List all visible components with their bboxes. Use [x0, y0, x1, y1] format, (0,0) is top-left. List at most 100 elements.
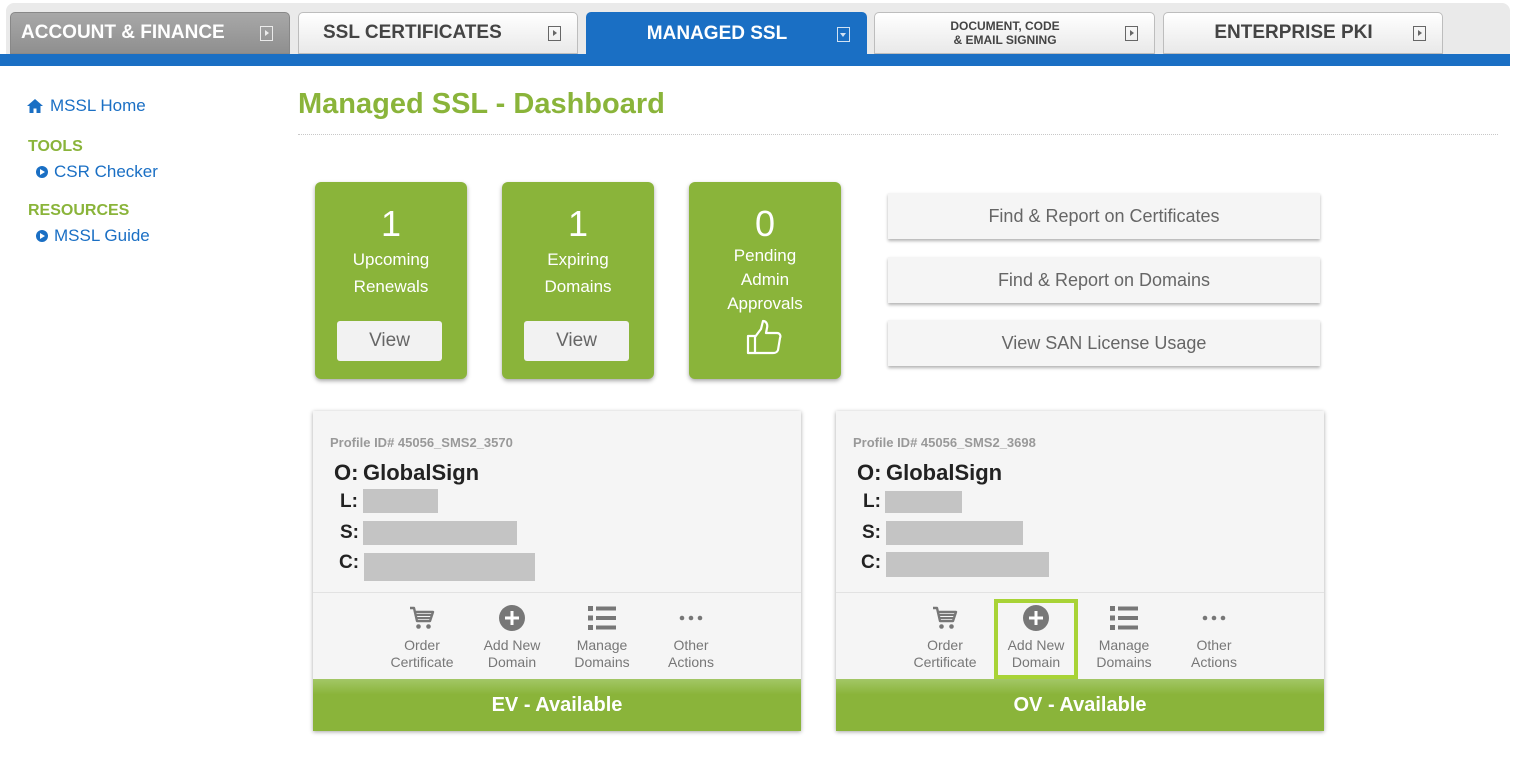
tab-label: ENTERPRISE PKI [1214, 22, 1373, 43]
action-label-line1: Add New [1007, 637, 1065, 653]
org-value: GlobalSign [363, 460, 480, 485]
tab-label: SSL CERTIFICATES [323, 22, 502, 43]
sidebar-item-mssl-home[interactable]: MSSL Home [26, 96, 266, 116]
action-label-line1: Other [1196, 637, 1232, 653]
tab-label: ACCOUNT & FINANCE [21, 22, 225, 43]
redacted-country [364, 553, 535, 581]
tab-enterprise-pki[interactable]: ENTERPRISE PKI [1163, 12, 1443, 54]
view-san-license-usage-button[interactable]: View SAN License Usage [888, 320, 1320, 366]
order-certificate-action[interactable]: Order Certificate [380, 601, 464, 671]
arrow-right-circle-icon [36, 230, 48, 242]
country-key: C: [339, 552, 360, 573]
thumbs-up-icon [746, 319, 782, 355]
tab-ssl-certificates[interactable]: SSL CERTIFICATES [298, 12, 578, 54]
sidebar-item-label: MSSL Home [50, 96, 146, 115]
tab-label: MANAGED SSL [646, 23, 788, 44]
sidebar-item-label: MSSL Guide [54, 226, 150, 245]
view-renewals-button[interactable]: View [337, 321, 442, 361]
redacted-locality [885, 491, 962, 513]
sidebar-item-csr-checker[interactable]: CSR Checker [36, 162, 266, 182]
redacted-state [886, 521, 1023, 545]
sidebar-item-mssl-guide[interactable]: MSSL Guide [36, 226, 266, 246]
tab-managed-ssl[interactable]: MANAGED SSL [586, 12, 867, 56]
state-key: S: [862, 522, 881, 543]
list-icon [1110, 606, 1138, 630]
stat-label-line1: Upcoming [352, 250, 430, 269]
stat-label-line2: Domains [544, 277, 612, 296]
org-value: GlobalSign [886, 460, 1003, 485]
view-expiring-domains-button[interactable]: View [524, 321, 629, 361]
stat-count: 1 [567, 203, 589, 244]
tab-label-line2: & EMAIL SIGNING [953, 33, 1057, 47]
tab-label-line1: DOCUMENT, CODE [950, 19, 1060, 33]
stat-label: Expiring Domains [502, 246, 654, 300]
action-label-line2: Actions [1191, 654, 1237, 670]
org-key: O: [857, 460, 882, 485]
more-dots-icon [679, 615, 703, 621]
card-divider [313, 592, 801, 593]
action-label-line1: Order [927, 637, 963, 653]
tab-label: DOCUMENT, CODE & EMAIL SIGNING [875, 19, 1125, 47]
order-certificate-action[interactable]: Order Certificate [903, 601, 987, 671]
stat-label-line3: Approvals [727, 294, 803, 313]
stat-pending-admin-approvals: 0 Pending Admin Approvals [689, 182, 841, 379]
tab-account-finance[interactable]: ACCOUNT & FINANCE [10, 12, 290, 54]
add-new-domain-action[interactable]: Add New Domain [470, 601, 554, 671]
locality-key: L: [340, 491, 358, 512]
tab-arrow-icon [548, 25, 561, 41]
action-label-line2: Actions [668, 654, 714, 670]
profile-id: Profile ID# 45056_SMS2_3698 [853, 435, 1036, 450]
action-label-line2: Domain [487, 654, 537, 670]
stat-label-line2: Renewals [353, 277, 429, 296]
cart-icon [933, 606, 958, 629]
stat-count: 1 [380, 203, 402, 244]
stat-count: 0 [754, 203, 776, 244]
chevron-down-icon [837, 26, 850, 42]
action-label-line2: Domains [1096, 654, 1152, 670]
redacted-locality [363, 489, 438, 513]
other-actions-action[interactable]: Other Actions [649, 601, 733, 671]
profile-card: Profile ID# 45056_SMS2_3698 O: GlobalSig… [836, 411, 1324, 731]
arrow-right-circle-icon [36, 166, 48, 178]
action-label-line1: Other [673, 637, 709, 653]
status-badge: EV - Available [313, 679, 801, 731]
stat-label: Upcoming Renewals [315, 246, 467, 300]
home-icon [27, 99, 43, 113]
plus-circle-icon [499, 605, 525, 631]
card-divider [836, 592, 1324, 593]
action-label-line1: Order [404, 637, 440, 653]
other-actions-action[interactable]: Other Actions [1172, 601, 1256, 671]
action-label-line1: Add New [483, 637, 541, 653]
tab-arrow-icon [1413, 25, 1426, 41]
action-label-line1: Manage [1098, 637, 1150, 653]
stat-upcoming-renewals: 1 Upcoming Renewals View [315, 182, 467, 379]
find-report-domains-button[interactable]: Find & Report on Domains [888, 257, 1320, 303]
more-dots-icon [1202, 615, 1226, 621]
tab-document-code-email-signing[interactable]: DOCUMENT, CODE & EMAIL SIGNING [874, 12, 1155, 54]
redacted-country [886, 552, 1049, 577]
sidebar-heading-resources: RESOURCES [28, 202, 130, 219]
action-label-line1: Manage [576, 637, 628, 653]
stat-label-line1: Pending [733, 246, 797, 265]
list-icon [588, 606, 616, 630]
sidebar-item-label: CSR Checker [54, 162, 158, 181]
manage-domains-action[interactable]: Manage Domains [560, 601, 644, 671]
action-label-line2: Certificate [390, 654, 454, 670]
tab-arrow-icon [260, 25, 273, 41]
manage-domains-action[interactable]: Manage Domains [1082, 601, 1166, 671]
title-divider [298, 134, 1498, 135]
stat-expiring-domains: 1 Expiring Domains View [502, 182, 654, 379]
country-key: C: [861, 552, 882, 573]
stat-label-line1: Expiring [547, 250, 609, 269]
page-title: Managed SSL - Dashboard [298, 88, 665, 120]
find-report-certificates-button[interactable]: Find & Report on Certificates [888, 193, 1320, 239]
profile-card: Profile ID# 45056_SMS2_3570 O: GlobalSig… [313, 411, 801, 731]
stat-label: Pending Admin Approvals [689, 244, 841, 316]
stat-label-line2: Admin [740, 270, 790, 289]
plus-circle-icon [1023, 605, 1049, 631]
add-new-domain-action[interactable]: Add New Domain [994, 599, 1078, 679]
status-badge: OV - Available [836, 679, 1324, 731]
action-label-line2: Domains [574, 654, 630, 670]
top-tab-bar: ACCOUNT & FINANCE SSL CERTIFICATES MANAG… [0, 0, 1513, 66]
tab-arrow-icon [1125, 25, 1138, 41]
